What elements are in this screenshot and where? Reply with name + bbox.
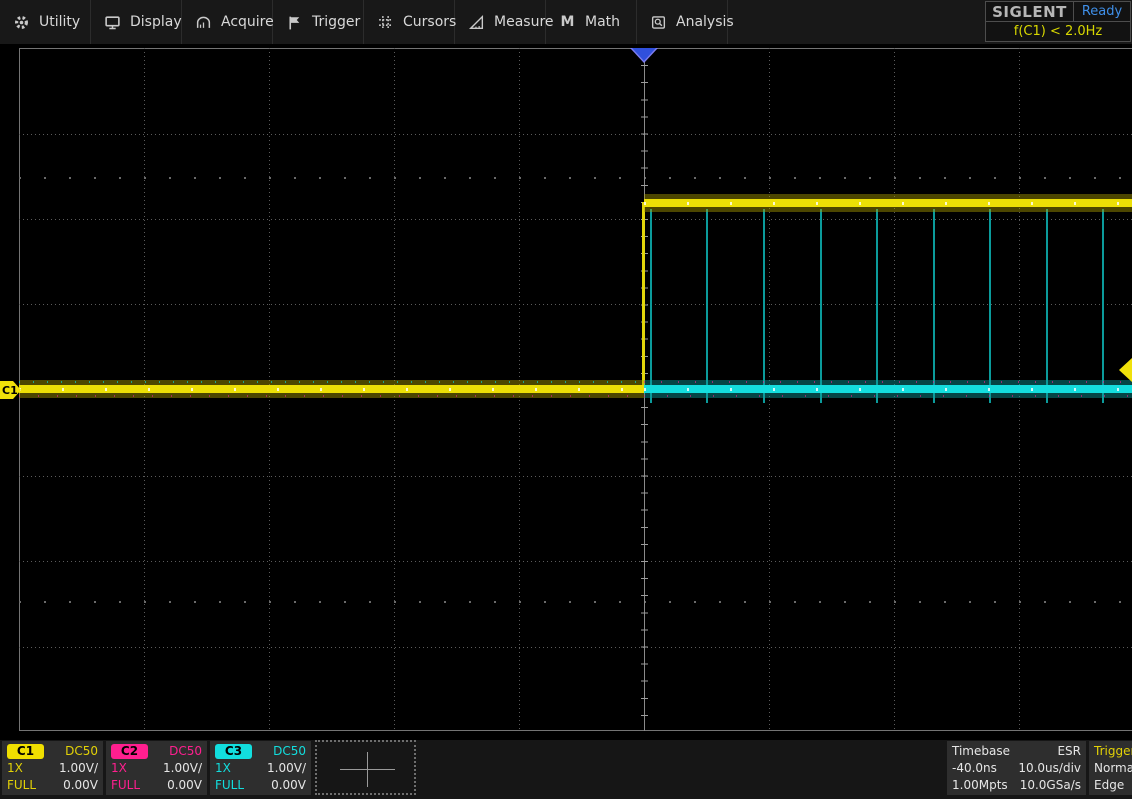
menu-label: Acquire <box>221 14 274 30</box>
menu-label: Display <box>130 14 182 30</box>
c3-glitch-spike <box>820 209 822 403</box>
grid-hline <box>19 219 1132 220</box>
siglent-logo: SIGLENT <box>986 2 1074 21</box>
status-bar: C1 DC50 1X 1.00V/ FULL 0.00V C2 DC50 1X … <box>0 740 1132 799</box>
menu-label: Utility <box>39 14 80 30</box>
grid-hline <box>19 561 1132 562</box>
menu-item-trigger[interactable]: Trigger <box>273 0 364 44</box>
menu-label: Analysis <box>676 14 734 30</box>
trigger-level-marker[interactable] <box>1119 358 1132 382</box>
channel-box-c2[interactable]: C2 DC50 1X 1.00V/ FULL 0.00V <box>106 741 207 795</box>
acquisition-status[interactable]: Ready <box>1074 2 1130 21</box>
c1-probe: 1X <box>7 760 23 777</box>
c1-offset: 0.00V <box>63 777 98 794</box>
c3-glitch-spike <box>1102 209 1104 403</box>
flag-icon <box>286 14 303 31</box>
c2-badge: C2 <box>111 744 148 759</box>
c1-trace-low-segment <box>19 385 644 393</box>
grid-bottom-border <box>19 730 1132 731</box>
c3-glitch-spike <box>989 209 991 403</box>
crosshair-icon <box>367 752 368 787</box>
c1-scale: 1.00V/ <box>59 760 98 777</box>
grid-hline <box>19 304 1132 305</box>
menu-item-cursors[interactable]: Cursors <box>364 0 455 44</box>
menu-label: Measure <box>494 14 554 30</box>
timebase-memory: 1.00Mpts <box>952 777 1008 794</box>
grid-top-border <box>19 48 1132 49</box>
c3-badge: C3 <box>215 744 252 759</box>
menu-label: Trigger <box>312 14 360 30</box>
c3-glitch-spike <box>876 209 878 403</box>
channel-box-c3[interactable]: C3 DC50 1X 1.00V/ FULL 0.00V <box>210 741 311 795</box>
grid-minor-dot-row <box>19 601 1132 603</box>
ruler-icon <box>468 14 485 31</box>
c3-glitch-spike <box>650 209 652 403</box>
c3-scale: 1.00V/ <box>267 760 306 777</box>
c2-scale: 1.00V/ <box>163 760 202 777</box>
c1-coupling: DC50 <box>65 743 98 760</box>
c2-coupling: DC50 <box>169 743 202 760</box>
c3-offset: 0.00V <box>271 777 306 794</box>
menu-item-acquire[interactable]: Acquire <box>182 0 273 44</box>
menu-item-math[interactable]: M Math <box>546 0 637 44</box>
grid-hline <box>19 134 1132 135</box>
menu-label: Math <box>585 14 620 30</box>
c1-badge: C1 <box>7 744 44 759</box>
trigger-sweep: Normal <box>1094 760 1132 777</box>
channel-placeholder-box[interactable] <box>315 740 416 795</box>
trigger-title: Trigger <box>1094 743 1132 760</box>
c1-zero-level-tag[interactable]: C1 <box>0 381 21 399</box>
c3-glitch-spike <box>933 209 935 403</box>
c3-glitch-spike <box>763 209 765 403</box>
c1-trace-high-segment <box>644 199 1132 207</box>
timebase-scale: 10.0us/div <box>1018 760 1081 777</box>
c3-trace-segment <box>644 385 1132 393</box>
timebase-samplerate: 10.0GSa/s <box>1020 777 1081 794</box>
gear-icon <box>13 14 30 31</box>
timebase-box[interactable]: Timebase ESR -40.0ns 10.0us/div 1.00Mpts… <box>947 741 1086 795</box>
oscilloscope-screen: Utility Display Acquire Trigger Cursors <box>0 0 1132 799</box>
trigger-type: Edge <box>1094 777 1124 794</box>
menu-label: Cursors <box>403 14 456 30</box>
grid-hline <box>19 647 1132 648</box>
c3-glitch-spike <box>1046 209 1048 403</box>
menu-item-measure[interactable]: Measure <box>455 0 546 44</box>
timebase-mode: ESR <box>1057 743 1081 760</box>
display-icon <box>104 14 121 31</box>
c3-probe: 1X <box>215 760 231 777</box>
c3-bandwidth: FULL <box>215 777 244 794</box>
menu-item-display[interactable]: Display <box>91 0 182 44</box>
timebase-title: Timebase <box>952 743 1010 760</box>
c1-trace-step-edge <box>642 202 645 390</box>
header-status-box: SIGLENT Ready f(C1) < 2.0Hz <box>985 1 1131 42</box>
c2-probe: 1X <box>111 760 127 777</box>
c3-coupling: DC50 <box>273 743 306 760</box>
menu-item-utility[interactable]: Utility <box>0 0 91 44</box>
c3-glitch-spike <box>706 209 708 403</box>
menu-bar: Utility Display Acquire Trigger Cursors <box>0 0 1132 44</box>
grid-minor-dot-row <box>19 177 1132 179</box>
math-icon: M <box>559 14 576 31</box>
trigger-box[interactable]: Trigger Normal Edge <box>1089 741 1132 795</box>
c1-bandwidth: FULL <box>7 777 36 794</box>
acquire-gauge-icon <box>195 14 212 31</box>
grid-hline <box>19 476 1132 477</box>
channel-box-c1[interactable]: C1 DC50 1X 1.00V/ FULL 0.00V <box>2 741 103 795</box>
c2-offset: 0.00V <box>167 777 202 794</box>
c2-bandwidth: FULL <box>111 777 140 794</box>
menu-item-analysis[interactable]: Analysis <box>637 0 728 44</box>
cursors-grid-icon <box>377 14 394 31</box>
timebase-delay: -40.0ns <box>952 760 997 777</box>
analysis-icon <box>650 14 667 31</box>
trigger-position-marker[interactable] <box>630 48 658 63</box>
frequency-counter: f(C1) < 2.0Hz <box>986 22 1130 41</box>
